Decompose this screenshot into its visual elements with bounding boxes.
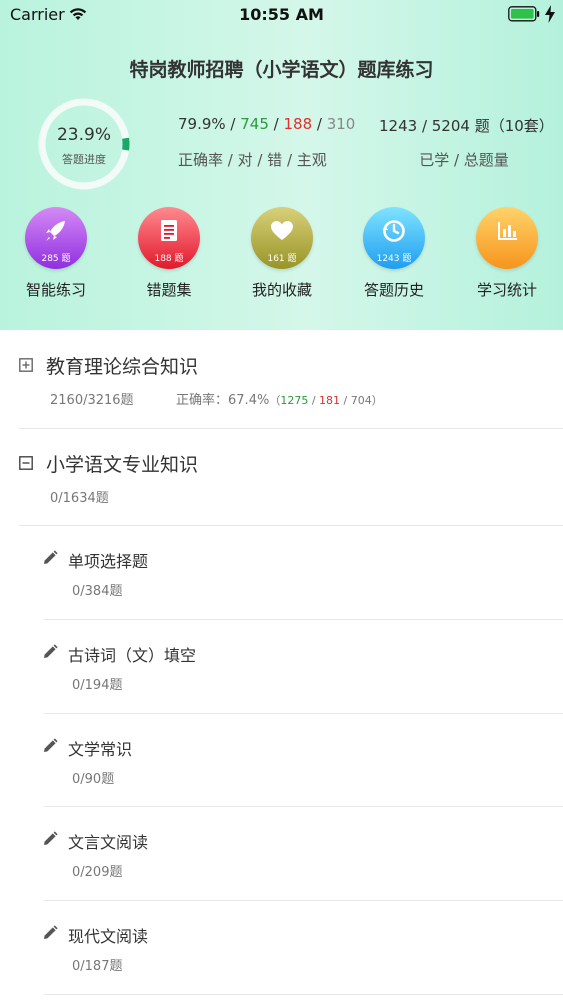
progress-percent: 23.9% [56, 125, 111, 145]
accuracy-rate: 79.9% [178, 115, 226, 133]
subsection-title: 文学常识 [68, 740, 133, 759]
smart-practice-circle: 285 题 [25, 207, 87, 269]
divider [44, 619, 563, 620]
section-wrong-count: 181 [319, 394, 341, 407]
expand-icon[interactable] [19, 358, 33, 372]
rocket-icon [46, 221, 65, 241]
answer-history-circle: 1243 题 [363, 207, 425, 269]
pencil-icon [44, 738, 58, 752]
section-title: 小学语文专业知识 [46, 454, 199, 476]
subsection-progress: 0/384题 [72, 584, 123, 599]
study-stats-circle [476, 207, 538, 269]
section-title: 教育理论综合知识 [46, 356, 199, 378]
divider [19, 525, 563, 526]
section-accuracy: 正确率：67.4%（1275 / 181 / 704） [176, 393, 383, 408]
accuracy-stats: 79.9% / 745 / 188 / 310 [178, 115, 356, 133]
bar-chart-icon [498, 222, 517, 240]
divider [44, 994, 563, 995]
accuracy-stats-label: 正确率 / 对 / 错 / 主观 [178, 151, 327, 169]
subsection-title: 现代文阅读 [68, 927, 149, 946]
page-title: 特岗教师招聘（小学语文）题库练习 [129, 59, 434, 81]
correct-count: 745 [240, 115, 269, 133]
learned-stats-label: 已学 / 总题量 [419, 151, 509, 169]
answer-history-count: 1243 题 [376, 254, 412, 264]
section-correct-count: 1275 [280, 394, 309, 407]
my-favorites-count: 161 题 [267, 254, 297, 264]
wrong-questions-label: 错题集 [146, 281, 192, 299]
subsection-title: 文言文阅读 [68, 833, 149, 852]
subsection-progress: 0/90题 [72, 772, 115, 787]
clock: 10:55 AM [239, 5, 324, 24]
charging-icon [545, 5, 555, 23]
subsection-literary-knowledge[interactable]: 文学常识 0/90题 [0, 718, 563, 808]
wrong-questions-count: 188 题 [154, 254, 184, 264]
heart-icon [271, 221, 293, 240]
subsection-title: 古诗词（文）填空 [68, 646, 197, 665]
answer-history-button[interactable]: 1243 题 答题历史 [346, 207, 442, 307]
my-favorites-circle: 161 题 [251, 207, 313, 269]
smart-practice-count: 285 题 [41, 254, 71, 264]
subsection-progress: 0/209题 [72, 865, 123, 880]
smart-practice-label: 智能练习 [25, 281, 86, 299]
study-stats-label: 学习统计 [476, 281, 537, 299]
answer-history-label: 答题历史 [363, 281, 424, 299]
battery-icon [508, 6, 540, 22]
divider [19, 428, 563, 429]
wrong-count: 188 [283, 115, 313, 133]
section-progress: 0/1634题 [50, 491, 109, 506]
wrong-questions-circle: 188 题 [138, 207, 200, 269]
progress-label: 答题进度 [62, 153, 106, 166]
subsection-title: 单项选择题 [68, 552, 149, 571]
pencil-icon [44, 831, 58, 845]
smart-practice-button[interactable]: 285 题 智能练习 [8, 207, 104, 307]
learned-stats: 1243 / 5204 题（10套） [379, 117, 554, 135]
divider [44, 713, 563, 714]
subsection-progress: 0/194题 [72, 678, 123, 693]
my-favorites-label: 我的收藏 [251, 281, 312, 299]
subsection-progress: 0/187题 [72, 959, 123, 974]
status-bar: Carrier 10:55 AM [0, 0, 563, 30]
subsection-poetry-fill[interactable]: 古诗词（文）填空 0/194题 [0, 624, 563, 714]
my-favorites-button[interactable]: 161 题 我的收藏 [234, 207, 330, 307]
study-stats-button[interactable]: 学习统计 [459, 207, 555, 307]
subsection-modern-reading[interactable]: 现代文阅读 0/187题 [0, 905, 563, 995]
divider [44, 806, 563, 807]
section-education-theory[interactable]: 教育理论综合知识 2160/3216题 正确率：67.4%（1275 / 181… [0, 340, 563, 428]
pencil-icon [44, 550, 58, 564]
section-progress: 2160/3216题 [50, 393, 134, 408]
subsection-single-choice[interactable]: 单项选择题 0/384题 [0, 530, 563, 620]
document-icon [161, 220, 177, 241]
history-icon [382, 220, 405, 242]
divider [44, 900, 563, 901]
collapse-icon[interactable] [19, 456, 33, 470]
section-chinese-professional[interactable]: 小学语文专业知识 0/1634题 [0, 438, 563, 526]
pencil-icon [44, 644, 58, 658]
wrong-questions-button[interactable]: 188 题 错题集 [121, 207, 217, 307]
subjective-count: 310 [326, 115, 356, 133]
section-subjective-count: 704 [350, 394, 372, 407]
pencil-icon [44, 925, 58, 939]
header-panel: Carrier 10:55 AM 特岗教师招聘（小学语文）题库练习 23.9% … [0, 0, 563, 330]
subsection-classical-reading[interactable]: 文言文阅读 0/209题 [0, 811, 563, 901]
